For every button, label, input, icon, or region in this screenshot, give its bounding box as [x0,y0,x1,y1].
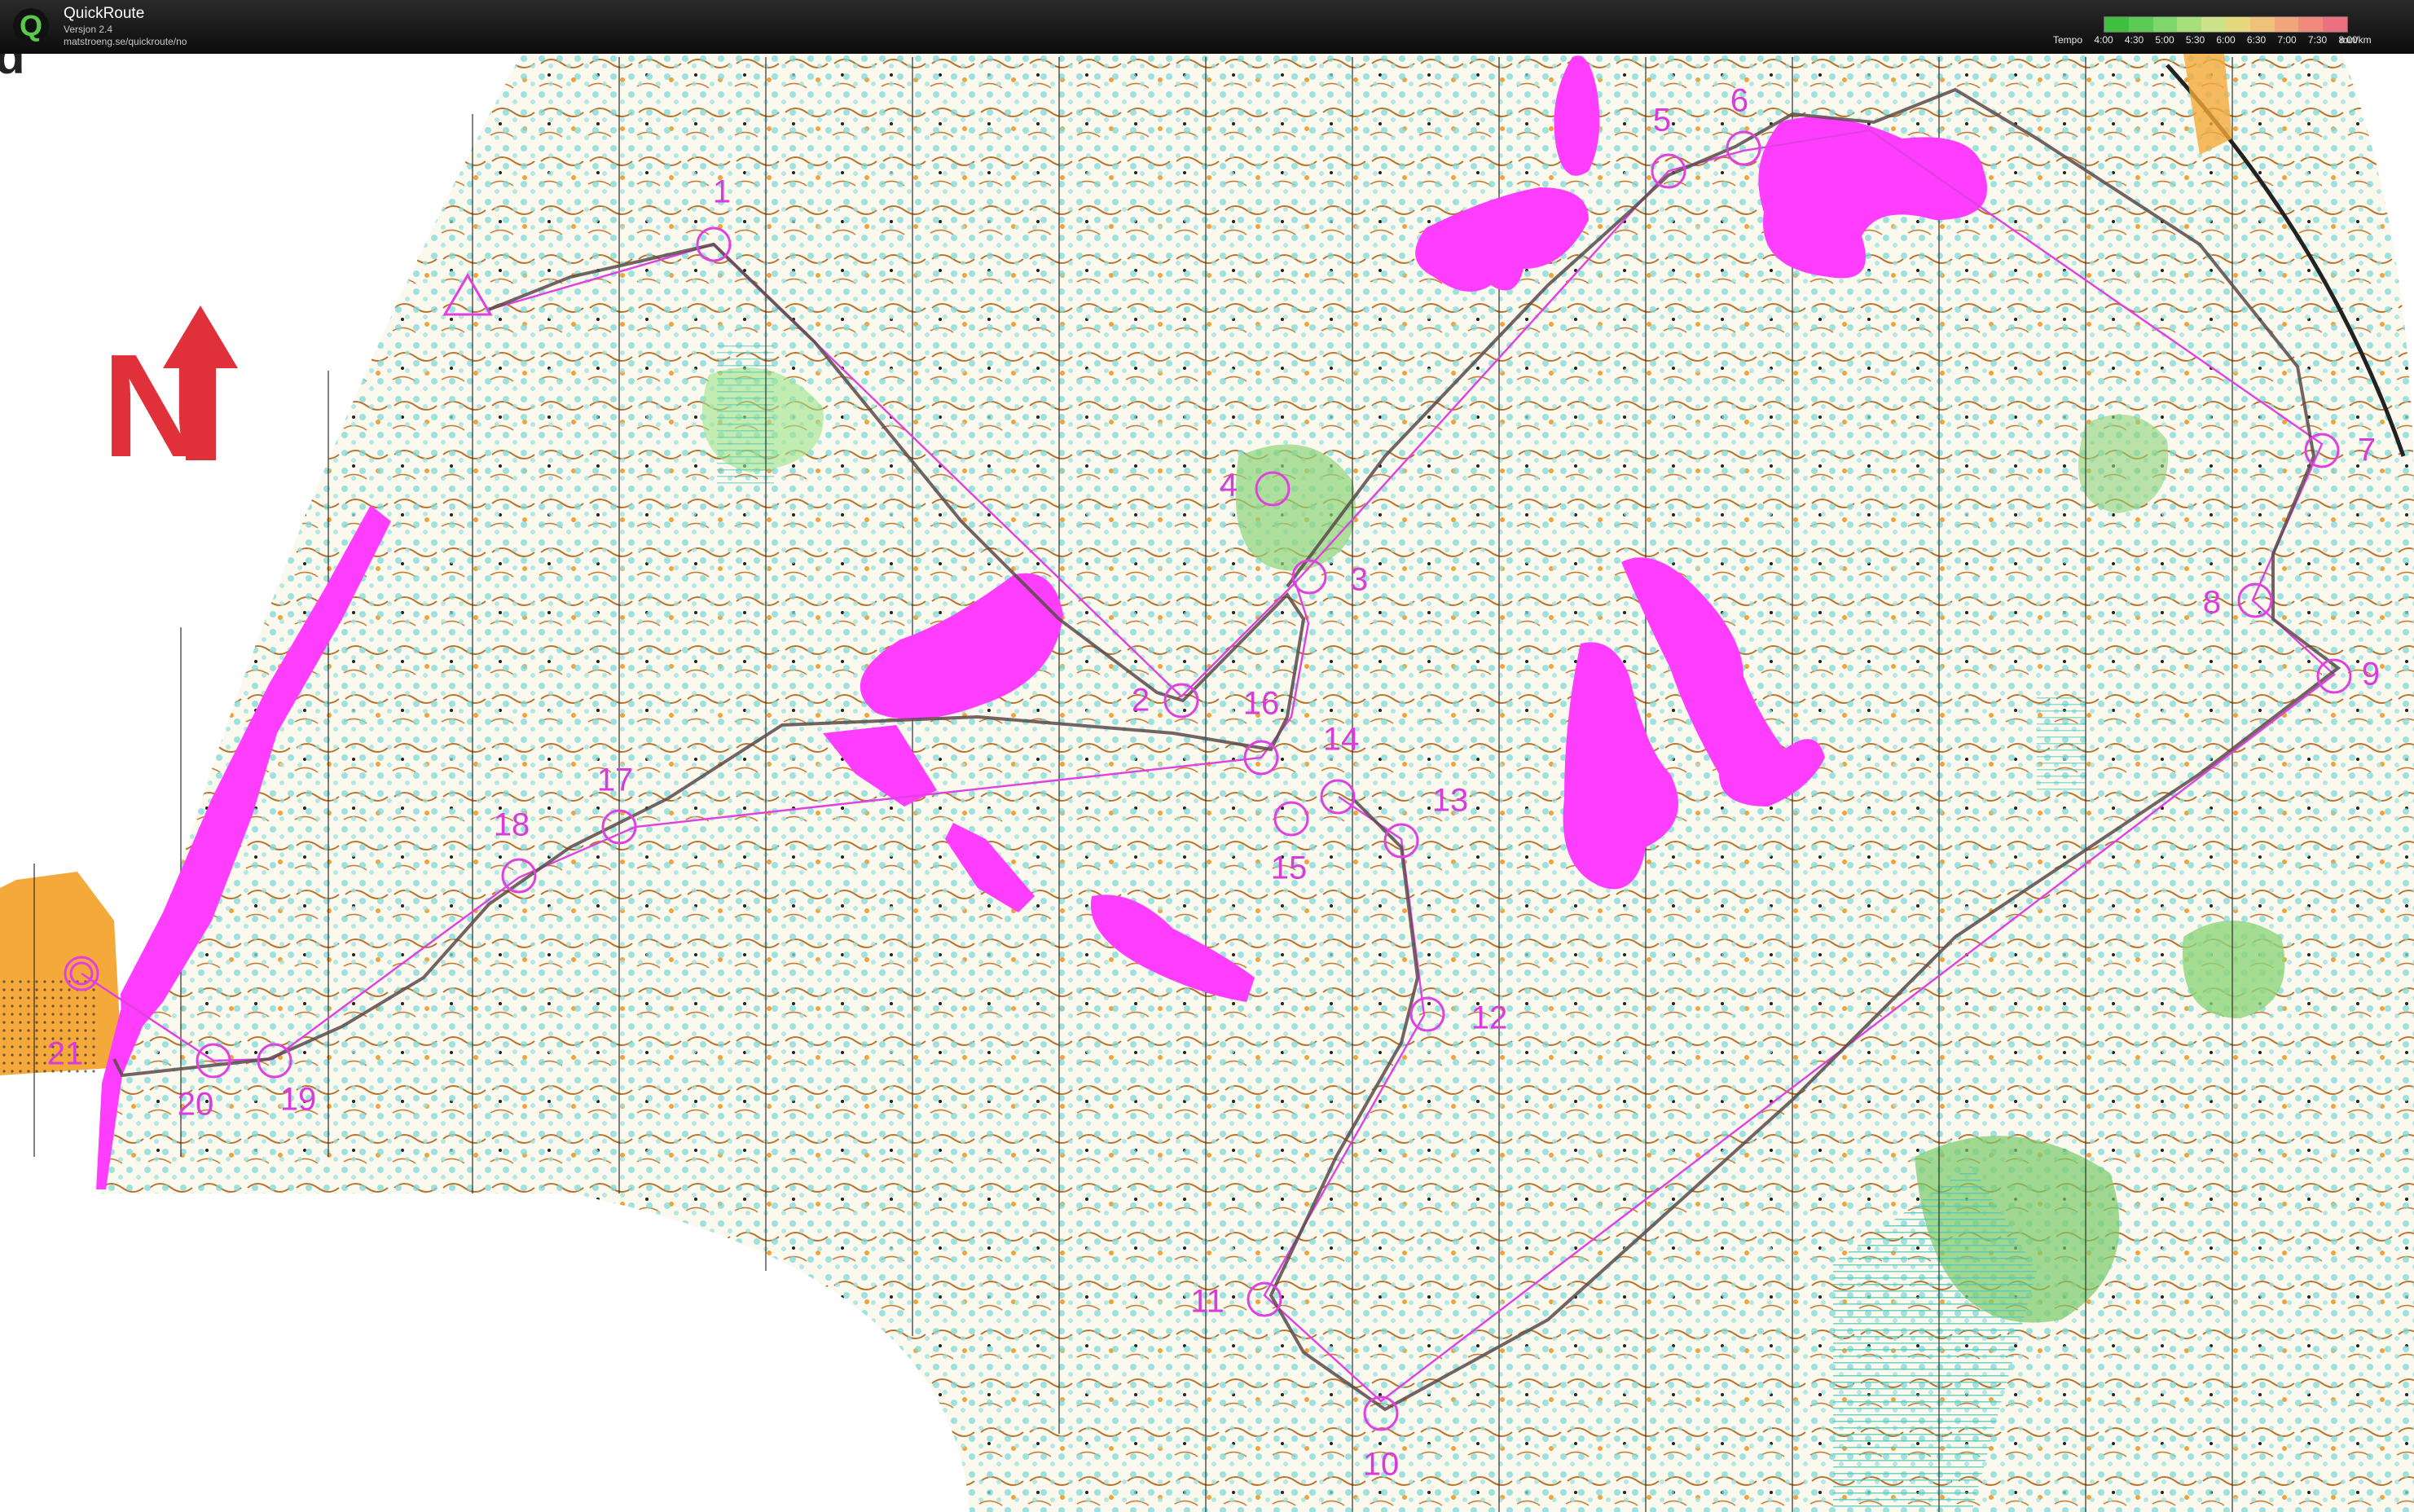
tempo-color-swatch [2128,17,2153,32]
tempo-label: Tempo [2053,34,2083,46]
control-number-8: 8 [2203,585,2221,621]
control-number-2: 2 [1132,683,1150,719]
app-title: QuickRoute [64,5,145,22]
control-number-11: 11 [1190,1284,1225,1320]
control-number-13: 13 [1432,783,1469,819]
tempo-tick-label: 4:30 [2124,34,2144,46]
tempo-color-swatch [2274,17,2299,32]
orienteering-map[interactable]: 123456789101112131415161718192021 N d [0,54,2414,1512]
quickroute-logo-icon: Q [13,8,49,44]
tempo-tick-label: 6:00 [2216,34,2236,46]
app-version: Versjon 2.4 [64,24,113,35]
tempo-tick-label: 6:30 [2246,34,2267,46]
tempo-color-swatch [2177,17,2202,32]
tempo-tick-label: 5:00 [2155,34,2174,46]
tempo-color-swatch [2152,17,2178,32]
tempo-color-swatch [2225,17,2250,32]
tempo-unit: min/km [2340,34,2372,46]
control-number-4: 4 [1220,468,1238,503]
control-number-7: 7 [2358,433,2376,468]
control-number-18: 18 [494,807,530,843]
logo-letter: Q [20,9,42,42]
tempo-color-swatch [2323,17,2347,32]
north-arrow-letter: N [102,324,208,488]
control-number-6: 6 [1730,83,1748,119]
tempo-color-swatch [2298,17,2324,32]
title-bar: Q QuickRoute Versjon 2.4 matstroeng.se/q… [0,0,2414,54]
tempo-legend: Tempo 4:00 4:30 5:00 5:30 6:00 6:30 7:00 7:30 8:… [2053,16,2403,49]
control-number-5: 5 [1653,103,1671,138]
north-arrow-icon: N [102,305,238,488]
tempo-tick-label: 5:30 [2185,34,2205,46]
map-corner-text: d [0,54,25,84]
tempo-tick-label: 4:00 [2094,34,2113,46]
tempo-tick-label: 7:00 [2277,34,2297,46]
control-number-9: 9 [2362,657,2380,692]
control-number-20: 20 [178,1087,214,1123]
tempo-color-swatch [2201,17,2226,32]
tempo-color-bar [2104,16,2348,33]
control-number-19: 19 [280,1082,317,1118]
tempo-color-swatch [2104,17,2129,32]
control-number-16: 16 [1243,686,1280,722]
control-number-17: 17 [597,763,634,798]
tempo-tick-label: 7:30 [2307,34,2328,46]
control-number-12: 12 [1471,1000,1508,1036]
control-number-3: 3 [1350,562,1368,598]
tempo-color-swatch [2249,17,2275,32]
control-number-10: 10 [1363,1447,1400,1483]
control-number-1: 1 [713,174,731,210]
control-number-21: 21 [47,1036,84,1072]
app-url[interactable]: matstroeng.se/quickroute/no [64,36,187,47]
control-number-15: 15 [1271,850,1308,886]
control-number-14: 14 [1323,722,1360,758]
